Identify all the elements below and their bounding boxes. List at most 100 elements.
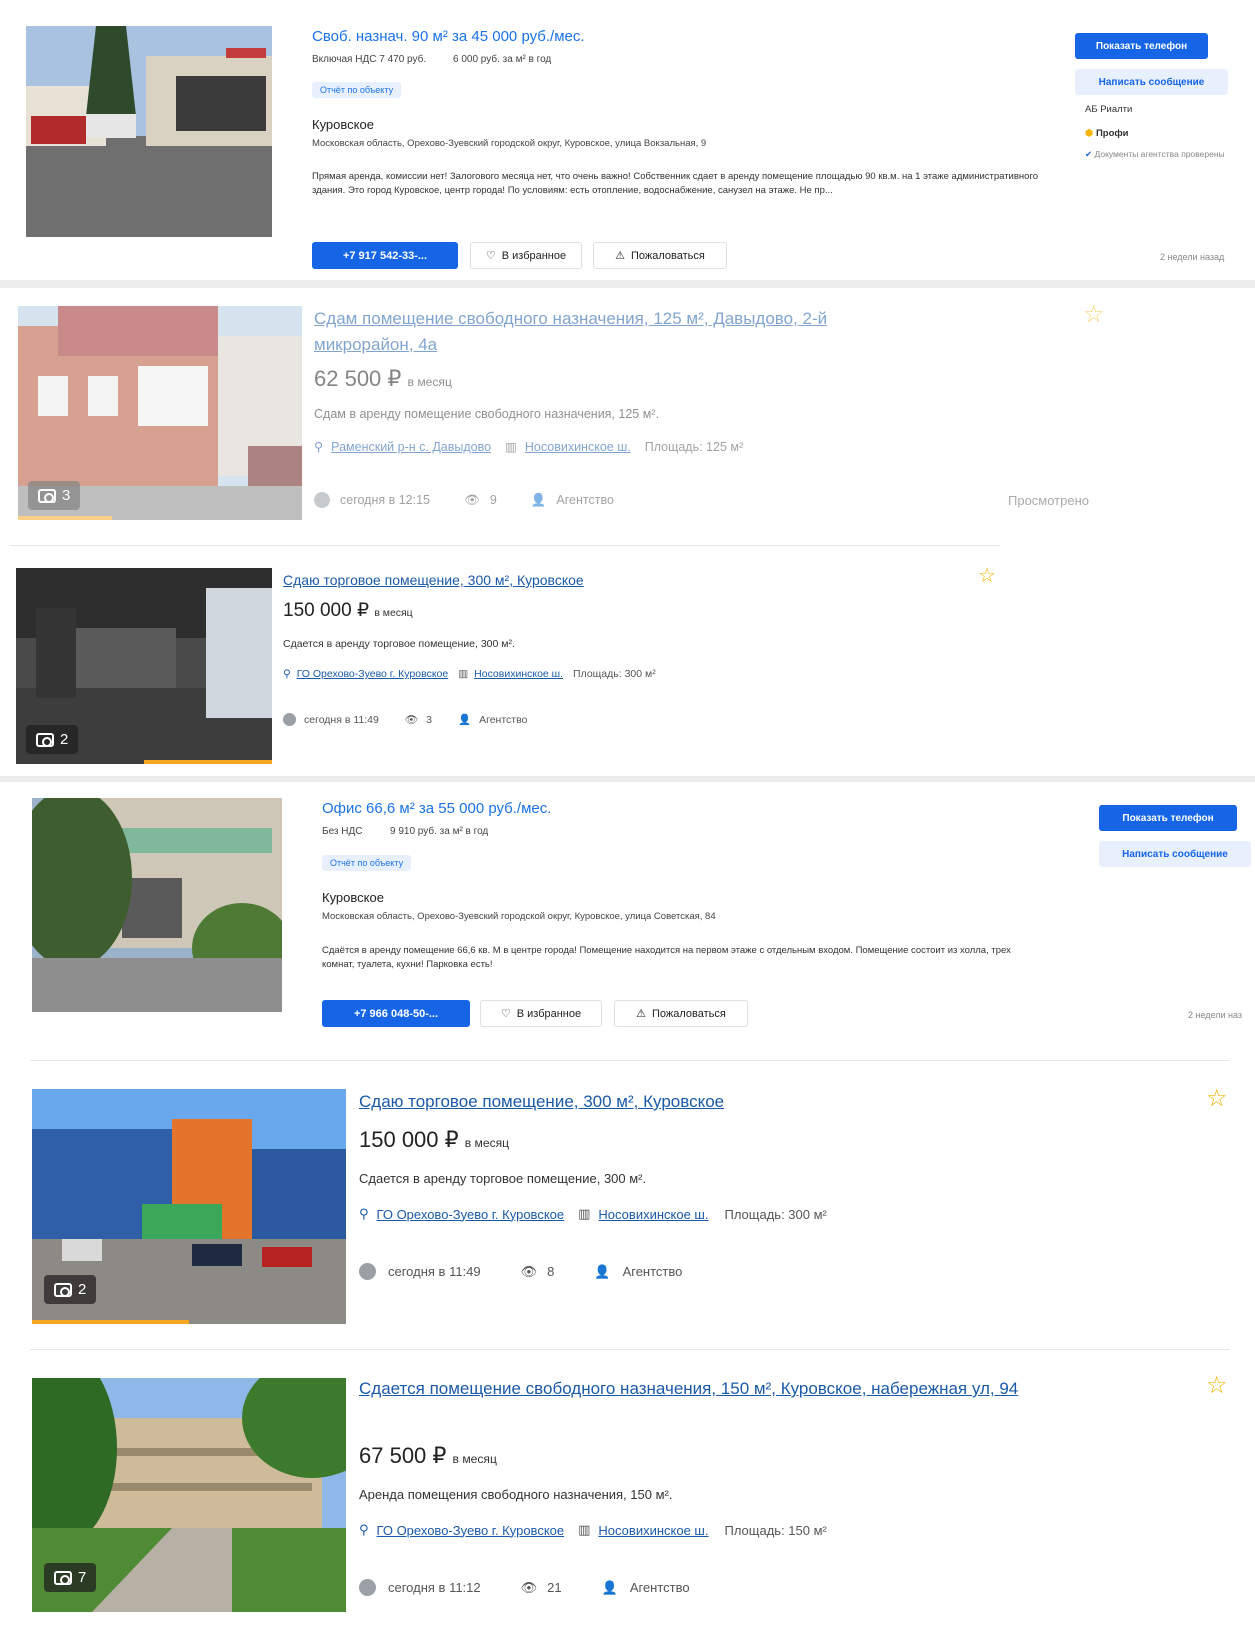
- complain-button[interactable]: ⚠ Пожаловаться: [614, 1000, 748, 1027]
- eye-icon: 👁: [520, 1263, 538, 1279]
- divider: [30, 1349, 1230, 1350]
- write-message-button[interactable]: Написать сообщение: [1075, 69, 1228, 95]
- heart-icon: ♡: [500, 1008, 511, 1020]
- location-pin-icon: ⚲: [283, 668, 291, 680]
- listing-vat: Без НДС: [322, 826, 363, 837]
- listing-stats: сегодня в 11:12 👁 21 👤 Агентство: [359, 1579, 690, 1596]
- favorite-star-icon[interactable]: ☆: [1206, 1087, 1228, 1111]
- listing-time: сегодня в 11:12: [388, 1580, 481, 1595]
- agency-name[interactable]: АБ Риалти: [1085, 104, 1132, 115]
- highway-link[interactable]: Носовихинское ш.: [598, 1207, 708, 1222]
- listing-time: сегодня в 11:49: [388, 1264, 481, 1279]
- location-link[interactable]: ГО Орехово-Зуево г. Куровское: [297, 668, 449, 680]
- listing-photo[interactable]: [26, 26, 272, 237]
- listing-price-per-sqm: 6 000 руб. за м² в год: [453, 54, 552, 65]
- eye-icon: 👁: [464, 492, 480, 507]
- highway-link[interactable]: Носовихинское ш.: [474, 668, 563, 680]
- complain-label: Пожаловаться: [631, 249, 705, 262]
- views-count: 21: [547, 1580, 562, 1595]
- highway-link[interactable]: Носовихинское ш.: [525, 440, 631, 454]
- report-badge[interactable]: Отчёт по объекту: [312, 82, 402, 98]
- seller-type: Агентство: [622, 1264, 683, 1279]
- camera-icon: [36, 732, 54, 747]
- photo-count: 3: [28, 481, 81, 510]
- listing-photo[interactable]: [32, 798, 282, 1012]
- listing-photo[interactable]: 7: [32, 1378, 346, 1612]
- listing-title[interactable]: Сдам помещение свободного назначения, 12…: [314, 306, 874, 357]
- listing-area: Площадь: 150 м²: [724, 1522, 827, 1538]
- clock-icon: [359, 1579, 376, 1596]
- docs-verified: ✔ Документы агентства проверены: [1085, 148, 1225, 160]
- photo-progress: [32, 1320, 189, 1324]
- photo-progress: [144, 760, 272, 764]
- price-value: 62 500 ₽: [314, 366, 402, 391]
- complain-button[interactable]: ⚠ Пожаловаться: [593, 242, 727, 269]
- location-pin-icon: ⚲: [359, 1522, 369, 1537]
- camera-icon: [54, 1570, 72, 1585]
- favorite-label: В избранное: [516, 1007, 582, 1020]
- favorite-star-icon[interactable]: ☆: [1206, 1374, 1228, 1398]
- write-message-button[interactable]: Написать сообщение: [1099, 841, 1251, 867]
- listing-description: Сдам в аренду помещение свободного назна…: [314, 407, 659, 421]
- views-count: 3: [426, 713, 433, 726]
- eye-icon: 👁: [520, 1579, 538, 1595]
- listing-stats: сегодня в 12:15 👁 9 👤 Агентство: [314, 492, 614, 508]
- person-icon: 👤: [530, 492, 547, 507]
- location-link[interactable]: Раменский р-н с. Давыдово: [331, 440, 491, 454]
- divider: [30, 1060, 1230, 1061]
- listing-title[interactable]: Сдается помещение свободного назначения,…: [359, 1376, 1089, 1402]
- warning-icon: ⚠: [615, 250, 625, 262]
- highway-icon: ▥: [578, 1206, 591, 1221]
- listing-title[interactable]: Своб. назнач. 90 м² за 45 000 руб./мес.: [312, 28, 585, 45]
- divider: [0, 776, 1255, 782]
- price-period: в месяц: [374, 608, 413, 619]
- check-icon: ✔: [1085, 149, 1093, 159]
- camera-icon: [38, 488, 56, 503]
- phone-button[interactable]: +7 917 542-33-...: [312, 242, 458, 269]
- listing-price: 150 000 ₽ в месяц: [283, 599, 413, 622]
- listing-photo[interactable]: 2: [32, 1089, 346, 1324]
- location-link[interactable]: ГО Орехово-Зуево г. Куровское: [377, 1523, 565, 1538]
- show-phone-button[interactable]: Показать телефон: [1075, 33, 1208, 59]
- phone-button[interactable]: +7 966 048-50-...: [322, 1000, 470, 1027]
- listing-title[interactable]: Сдаю торговое помещение, 300 м², Куровск…: [283, 570, 584, 591]
- divider: [0, 280, 1255, 288]
- listing-meta: ⚲ ГО Орехово-Зуево г. Куровское ▥ Носови…: [283, 668, 656, 680]
- favorite-star-icon[interactable]: ☆: [1083, 303, 1105, 327]
- seller-type: Агентство: [556, 493, 614, 507]
- listing-vat: Включая НДС 7 470 руб.: [312, 54, 427, 65]
- listing-price: 67 500 ₽ в месяц: [359, 1443, 497, 1469]
- highway-link[interactable]: Носовихинское ш.: [598, 1523, 708, 1538]
- docs-label: Документы агентства проверены: [1094, 149, 1225, 159]
- favorite-star-icon[interactable]: ☆: [978, 566, 996, 586]
- location-link[interactable]: ГО Орехово-Зуево г. Куровское: [377, 1207, 565, 1222]
- highway-icon: ▥: [578, 1522, 591, 1537]
- price-period: в месяц: [452, 1452, 497, 1466]
- listing-photo[interactable]: 2: [16, 568, 272, 764]
- listing-title[interactable]: Офис 66,6 м² за 55 000 руб./мес.: [322, 800, 551, 817]
- highway-icon: ▥: [505, 440, 517, 454]
- report-badge[interactable]: Отчёт по объекту: [322, 855, 412, 871]
- listing-description: Сдаётся в аренду помещение 66,6 кв. М в …: [322, 945, 1011, 970]
- price-period: в месяц: [464, 1136, 510, 1150]
- photo-count: 2: [44, 1275, 97, 1304]
- favorite-button[interactable]: ♡ В избранное: [480, 1000, 602, 1027]
- listing-area: Площадь: 125 м²: [644, 439, 744, 454]
- viewed-label: Просмотрено: [1008, 493, 1090, 508]
- listing-photo[interactable]: 3: [18, 306, 302, 520]
- show-phone-button[interactable]: Показать телефон: [1099, 805, 1237, 831]
- price-value: 150 000 ₽: [359, 1127, 459, 1152]
- listing-stats: сегодня в 11:49 👁 3 👤 Агентство: [283, 713, 527, 726]
- listing-title[interactable]: Сдаю торговое помещение, 300 м², Куровск…: [359, 1089, 724, 1115]
- listing-time: сегодня в 12:15: [340, 493, 430, 507]
- highway-icon: ▥: [458, 668, 469, 680]
- listing-meta: ⚲ ГО Орехово-Зуево г. Куровское ▥ Носови…: [359, 1206, 827, 1222]
- person-icon: 👤: [458, 714, 472, 726]
- favorite-label: В избранное: [501, 249, 567, 262]
- views-count: 9: [489, 493, 497, 507]
- photo-progress: [18, 516, 112, 520]
- clock-icon: [283, 713, 296, 726]
- photo-count-value: 2: [60, 731, 69, 748]
- favorite-button[interactable]: ♡ В избранное: [470, 242, 582, 269]
- listing-description: Сдается в аренду торговое помещение, 300…: [359, 1171, 647, 1186]
